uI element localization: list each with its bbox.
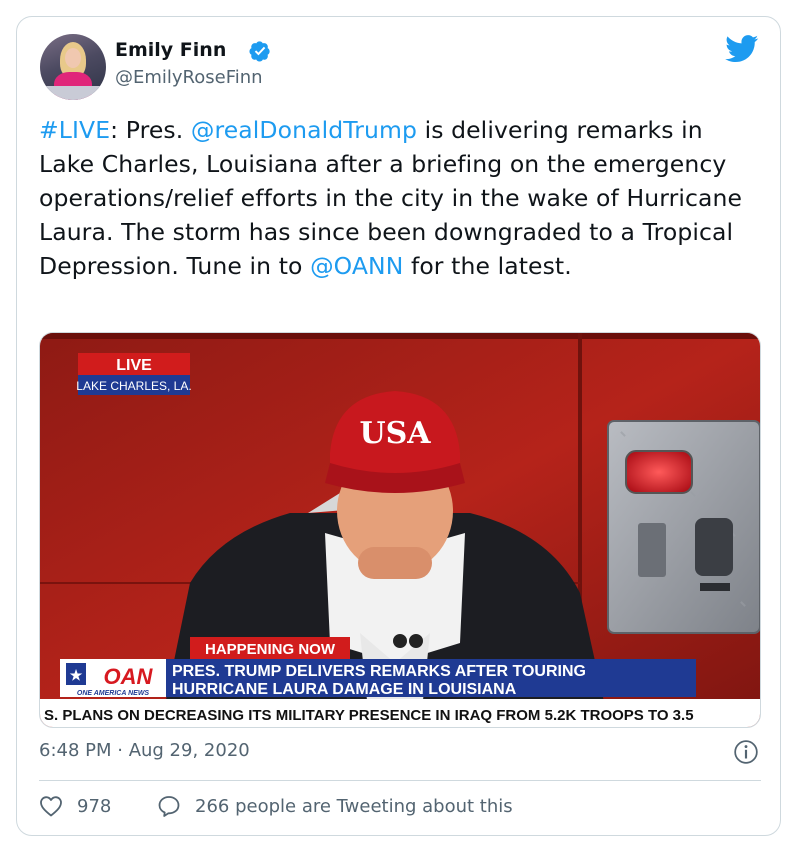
news-ticker: S. PLANS ON DECREASING ITS MILITARY PRES… [44, 707, 694, 724]
text-segment: : Pres. [110, 116, 191, 144]
location-label: LAKE CHARLES, LA. [76, 379, 191, 393]
happening-now-label: HAPPENING NOW [205, 641, 336, 658]
author-name[interactable]: Emily Finn [115, 39, 226, 61]
twitter-bird-icon[interactable] [725, 35, 759, 63]
author-handle[interactable]: @EmilyRoseFinn [115, 67, 263, 88]
headline-line-1: PRES. TRUMP DELIVERS REMARKS AFTER TOURI… [172, 663, 586, 680]
conversation-button[interactable]: 266 people are Tweeting about this [157, 795, 513, 817]
avatar[interactable] [40, 34, 106, 100]
conversation-label: 266 people are Tweeting about this [195, 795, 513, 817]
network-subtitle: ONE AMERICA NEWS [77, 690, 150, 697]
tweet-card: Emily Finn @EmilyRoseFinn #LIVE: Pres. @… [16, 16, 781, 836]
divider [39, 780, 761, 781]
hat-text: USA [359, 416, 431, 451]
speech-bubble-icon [158, 796, 180, 817]
headline-line-2: HURRICANE LAURA DAMAGE IN LOUISIANA [172, 681, 517, 698]
mention-oann-link[interactable]: @OANN [310, 252, 403, 280]
info-icon[interactable] [733, 739, 759, 765]
svg-text:★: ★ [70, 667, 83, 683]
tweet-text: #LIVE: Pres. @realDonaldTrump is deliver… [39, 113, 763, 283]
mention-realdonaldtrump-link[interactable]: @realDonaldTrump [191, 116, 417, 144]
network-logo: OAN [104, 664, 154, 689]
heart-icon [40, 796, 62, 817]
live-label: LIVE [116, 357, 152, 374]
verified-badge-icon [249, 41, 270, 62]
like-count: 978 [77, 795, 112, 817]
text-segment: for the latest. [403, 252, 572, 280]
broadcast-frame: USA LIVE LAKE CHARLES, LA. HAPPENING NOW… [40, 333, 760, 727]
hashtag-live-link[interactable]: #LIVE [39, 116, 110, 144]
tweet-timestamp[interactable]: 6:48 PM · Aug 29, 2020 [39, 740, 250, 761]
media-video-frame[interactable]: USA LIVE LAKE CHARLES, LA. HAPPENING NOW… [39, 332, 761, 728]
like-button[interactable]: 978 [39, 795, 111, 817]
